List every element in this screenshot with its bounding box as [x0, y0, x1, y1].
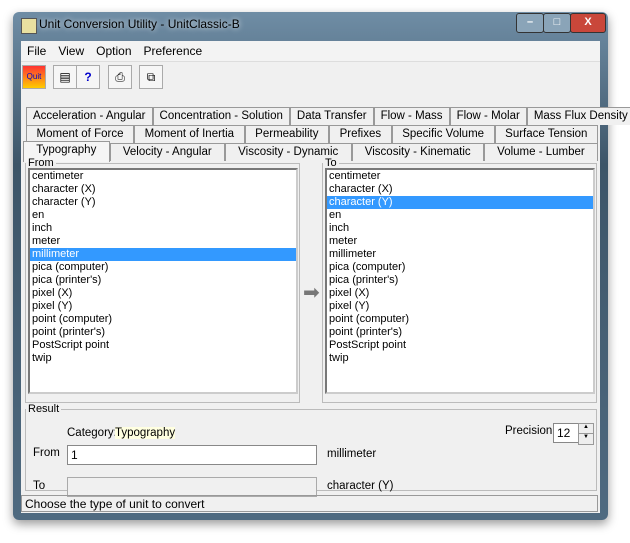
- tab-acceleration-angular[interactable]: Acceleration - Angular: [26, 107, 153, 125]
- result-legend: Result: [28, 403, 60, 415]
- from-unit-item[interactable]: character (X): [30, 183, 296, 196]
- category-label: Category:: [67, 427, 117, 439]
- app-window: Unit Conversion Utility - UnitClassic-B …: [13, 12, 630, 520]
- menu-view[interactable]: View: [52, 41, 90, 61]
- from-unit-item[interactable]: character (Y): [30, 196, 296, 209]
- from-unit-item[interactable]: PostScript point: [30, 339, 296, 352]
- menu-preference[interactable]: Preference: [138, 41, 209, 61]
- quit-button[interactable]: Quit: [22, 65, 46, 89]
- tab-specific-volume[interactable]: Specific Volume: [391, 125, 495, 143]
- from-unit-item[interactable]: en: [30, 209, 296, 222]
- tab-flow-molar[interactable]: Flow - Molar: [449, 107, 527, 125]
- minimize-button[interactable]: –: [516, 13, 544, 33]
- precision-down-button[interactable]: ▼: [578, 433, 594, 445]
- from-unit-item[interactable]: inch: [30, 222, 296, 235]
- from-unit-list[interactable]: centimeter character (X) character (Y) en in…: [28, 168, 298, 394]
- to-unit-item[interactable]: point (computer): [327, 313, 593, 326]
- print-icon[interactable]: ⎙: [108, 65, 132, 89]
- menu-bar: File View Option Preference: [21, 41, 600, 62]
- tab-surface-tension[interactable]: Surface Tension: [494, 125, 598, 143]
- copy-icon[interactable]: ⧉: [139, 65, 163, 89]
- to-value-output: [67, 477, 317, 497]
- tab-flow-mass[interactable]: Flow - Mass: [373, 107, 450, 125]
- to-unit-label: character (Y): [327, 480, 394, 492]
- menu-option[interactable]: Option: [90, 41, 137, 61]
- to-unit-item[interactable]: point (printer's): [327, 326, 593, 339]
- from-unit-item[interactable]: millimeter: [30, 248, 296, 261]
- to-unit-item[interactable]: millimeter: [327, 248, 593, 261]
- help-button[interactable]: ?: [76, 65, 100, 89]
- from-unit-item[interactable]: pixel (Y): [30, 300, 296, 313]
- to-unit-list[interactable]: centimeter character (X) character (Y) en in…: [325, 168, 595, 394]
- from-value-input[interactable]: 1: [67, 445, 317, 465]
- to-unit-item[interactable]: twip: [327, 352, 593, 365]
- from-unit-item[interactable]: twip: [30, 352, 296, 365]
- from-unit-item[interactable]: pica (printer's): [30, 274, 296, 287]
- to-unit-item[interactable]: pica (printer's): [327, 274, 593, 287]
- precision-input[interactable]: 12: [553, 423, 579, 443]
- tab-permeability[interactable]: Permeability: [244, 125, 330, 143]
- to-unit-item[interactable]: character (Y): [327, 196, 593, 209]
- to-unit-item[interactable]: character (X): [327, 183, 593, 196]
- tab-moment-of-inertia[interactable]: Moment of Inertia: [134, 125, 245, 143]
- precision-label: Precision: [505, 425, 553, 437]
- from-unit-item[interactable]: point (printer's): [30, 326, 296, 339]
- to-unit-item[interactable]: centimeter: [327, 170, 593, 183]
- tab-concentration-solution[interactable]: Concentration - Solution: [152, 107, 290, 125]
- to-unit-item[interactable]: pixel (X): [327, 287, 593, 300]
- tab-mass-flux-density[interactable]: Mass Flux Density: [526, 107, 630, 125]
- to-unit-item[interactable]: pica (computer): [327, 261, 593, 274]
- to-unit-item[interactable]: PostScript point: [327, 339, 593, 352]
- maximize-button[interactable]: □: [543, 13, 571, 33]
- menu-file[interactable]: File: [21, 41, 52, 61]
- arrow-right-icon: ➡: [303, 282, 320, 304]
- category-value: Typography: [115, 427, 176, 439]
- convert-icon[interactable]: ▤: [53, 65, 77, 89]
- window-title: Unit Conversion Utility - UnitClassic-B: [39, 17, 240, 31]
- from-unit-item[interactable]: pixel (X): [30, 287, 296, 300]
- tab-prefixes[interactable]: Prefixes: [329, 125, 392, 143]
- from-unit-item[interactable]: meter: [30, 235, 296, 248]
- to-unit-item[interactable]: en: [327, 209, 593, 222]
- from-label: From: [33, 447, 60, 459]
- status-bar: Choose the type of unit to convert: [21, 495, 598, 512]
- to-unit-item[interactable]: pixel (Y): [327, 300, 593, 313]
- from-unit-item[interactable]: point (computer): [30, 313, 296, 326]
- tab-data-transfer[interactable]: Data Transfer: [289, 107, 374, 125]
- from-unit-item[interactable]: pica (computer): [30, 261, 296, 274]
- close-button[interactable]: X: [570, 13, 606, 33]
- to-unit-item[interactable]: meter: [327, 235, 593, 248]
- from-unit-label: millimeter: [327, 448, 377, 460]
- to-unit-item[interactable]: inch: [327, 222, 593, 235]
- app-icon: [21, 18, 37, 34]
- to-label: To: [33, 480, 46, 492]
- from-unit-item[interactable]: centimeter: [30, 170, 296, 183]
